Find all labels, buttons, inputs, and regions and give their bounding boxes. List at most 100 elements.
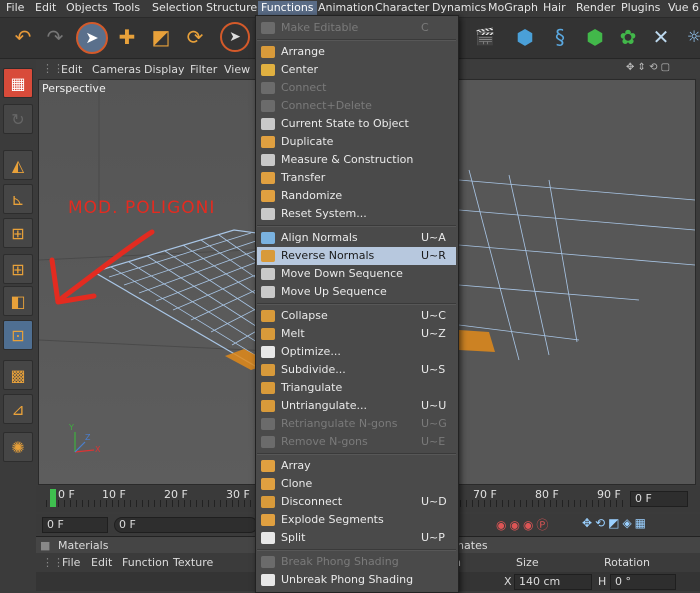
menu-item-explode-segments[interactable]: Explode Segments	[257, 511, 456, 529]
menu-structure[interactable]: Structure	[206, 1, 257, 15]
viewport-menu-view[interactable]: View	[224, 63, 250, 76]
menu-item-reset-system[interactable]: Reset System...	[257, 205, 456, 223]
menu-item-remove-n-gons[interactable]: Remove N-gons U~E	[257, 433, 456, 451]
cube-icon[interactable]: ⬢	[510, 22, 540, 52]
menu-item-duplicate[interactable]: Duplicate	[257, 133, 456, 151]
menu-item-split[interactable]: Split U~P	[257, 529, 456, 547]
layout-icon[interactable]: ▦	[3, 68, 33, 98]
menu-item-melt[interactable]: Melt U~Z	[257, 325, 456, 343]
edges-mode-icon[interactable]: ⊡	[3, 320, 33, 350]
menu-item-connect-delete[interactable]: Connect+Delete	[257, 97, 456, 115]
menu-item-clone[interactable]: Clone	[257, 475, 456, 493]
menu-plugins[interactable]: Plugins	[621, 1, 660, 15]
clapboard-icon[interactable]: 🎬	[470, 22, 500, 52]
polygons-mode-icon[interactable]: ◧	[3, 286, 33, 316]
menu-selection[interactable]: Selection	[152, 1, 203, 15]
menu-edit[interactable]: Edit	[35, 1, 56, 15]
menu-tools[interactable]: Tools	[113, 1, 140, 15]
redo-icon[interactable]: ↷	[40, 22, 70, 52]
playback-controls-icon[interactable]: ◉◉◉Ⓟ	[496, 516, 551, 533]
menu-item-center[interactable]: Center	[257, 61, 456, 79]
reset-system-icon	[261, 208, 275, 220]
timeline-end-field[interactable]: 0 F	[630, 491, 688, 507]
scene-icon[interactable]: ☼	[679, 22, 700, 52]
menu-item-array[interactable]: Array	[257, 457, 456, 475]
menu-item-connect[interactable]: Connect	[257, 79, 456, 97]
menu-item-move-up-sequence[interactable]: Move Up Sequence	[257, 283, 456, 301]
menu-item-align-normals[interactable]: Align Normals U~A	[257, 229, 456, 247]
make-editable-mode-icon[interactable]: ↻	[3, 104, 33, 134]
menu-dynamics[interactable]: Dynamics	[432, 1, 486, 15]
menu-objects[interactable]: Objects	[66, 1, 108, 15]
menu-vue-6[interactable]: Vue 6	[668, 1, 699, 15]
menu-item-randomize[interactable]: Randomize	[257, 187, 456, 205]
menu-item-untriangulate[interactable]: Untriangulate... U~U	[257, 397, 456, 415]
menu-item-reverse-normals[interactable]: Reverse Normals U~R	[257, 247, 456, 265]
menu-render[interactable]: Render	[576, 1, 615, 15]
menu-item-move-down-sequence[interactable]: Move Down Sequence	[257, 265, 456, 283]
menu-functions[interactable]: Functions	[258, 1, 317, 15]
materials-menu-function[interactable]: Function	[122, 556, 169, 569]
viewport-menu-display[interactable]: Display	[144, 63, 185, 76]
spline-icon[interactable]: §	[545, 22, 575, 52]
move-icon[interactable]: ✚	[112, 22, 142, 52]
menu-item-arrange[interactable]: Arrange	[257, 43, 456, 61]
materials-menu-texture[interactable]: Texture	[173, 556, 213, 569]
timeline-playhead[interactable]	[50, 489, 56, 507]
menu-item-optimize[interactable]: Optimize...	[257, 343, 456, 361]
sculpt-icon[interactable]: ✺	[3, 432, 33, 462]
menu-hair[interactable]: Hair	[543, 1, 566, 15]
menu-animation[interactable]: Animation	[318, 1, 374, 15]
live-selection-icon[interactable]: ➤	[76, 22, 108, 54]
menu-item-current-state-to-object[interactable]: Current State to Object	[257, 115, 456, 133]
menu-file[interactable]: File	[6, 1, 24, 15]
checker-icon[interactable]: ▩	[3, 360, 33, 390]
deformer-icon[interactable]: ✕	[646, 22, 676, 52]
viewport-right-area[interactable]	[458, 79, 696, 485]
viewport-menu-edit[interactable]: Edit	[61, 63, 82, 76]
menu-item-measure-construction[interactable]: Measure & Construction	[257, 151, 456, 169]
menu-item-retriangulate-n-gons[interactable]: Retriangulate N-gons U~G	[257, 415, 456, 433]
menu-item-label: Make Editable	[281, 21, 359, 34]
nurbs-icon[interactable]: ⬢	[580, 22, 610, 52]
menu-item-collapse[interactable]: Collapse U~C	[257, 307, 456, 325]
points-mode-icon[interactable]: ⊞	[3, 254, 33, 284]
menu-item-break-phong-shading[interactable]: Break Phong Shading	[257, 553, 456, 571]
menu-item-unbreak-phong-shading[interactable]: Unbreak Phong Shading	[257, 571, 456, 589]
menu-item-triangulate[interactable]: Triangulate	[257, 379, 456, 397]
remove-ngons-icon	[261, 436, 275, 448]
viewport-menu-cameras[interactable]: Cameras	[92, 63, 141, 76]
mograph-icon[interactable]: ✿	[613, 22, 643, 52]
workplane-icon[interactable]: ⊿	[3, 394, 33, 424]
keyframe-icons[interactable]: ✥⟲◩◈▦	[582, 516, 649, 530]
menu-item-shortcut: U~S	[421, 363, 446, 376]
size-x-field[interactable]: 140 cm	[514, 574, 592, 590]
svg-text:Y: Y	[68, 423, 74, 432]
retriangulate-icon	[261, 418, 275, 430]
menu-item-make-editable[interactable]: Make Editable C	[257, 19, 456, 37]
object-axis-icon[interactable]: ⊾	[3, 184, 33, 214]
materials-menu-edit[interactable]: Edit	[91, 556, 112, 569]
current-frame-field[interactable]: 0 F	[42, 517, 108, 533]
menu-item-shortcut: U~P	[421, 531, 445, 544]
menu-item-subdivide[interactable]: Subdivide... U~S	[257, 361, 456, 379]
rotate-icon[interactable]: ⟳	[180, 22, 210, 52]
menu-character[interactable]: Character	[375, 1, 429, 15]
materials-menu-file[interactable]: File	[62, 556, 80, 569]
rotation-h-field[interactable]: 0 °	[610, 574, 676, 590]
select-tool-icon[interactable]: ➤	[220, 22, 250, 52]
viewport-nav-icons[interactable]: ✥ ⇕ ⟲ ▢	[626, 62, 670, 73]
viewport-menu-filter[interactable]: Filter	[190, 63, 217, 76]
menu-item-transfer[interactable]: Transfer	[257, 169, 456, 187]
texture-mode-icon[interactable]: ⊞	[3, 218, 33, 248]
menu-mograph[interactable]: MoGraph	[488, 1, 538, 15]
scale-icon[interactable]: ◩	[146, 22, 176, 52]
undo-icon[interactable]: ↶	[8, 22, 38, 52]
model-mode-icon[interactable]: ◭	[3, 150, 33, 180]
menu-item-label: Collapse	[281, 309, 328, 322]
menu-separator	[257, 303, 456, 305]
menu-item-disconnect[interactable]: Disconnect U~D	[257, 493, 456, 511]
timeline-tick-label: 10 F	[102, 488, 126, 501]
start-frame-field[interactable]: 0 F	[114, 517, 258, 533]
menu-item-label: Clone	[281, 477, 313, 490]
